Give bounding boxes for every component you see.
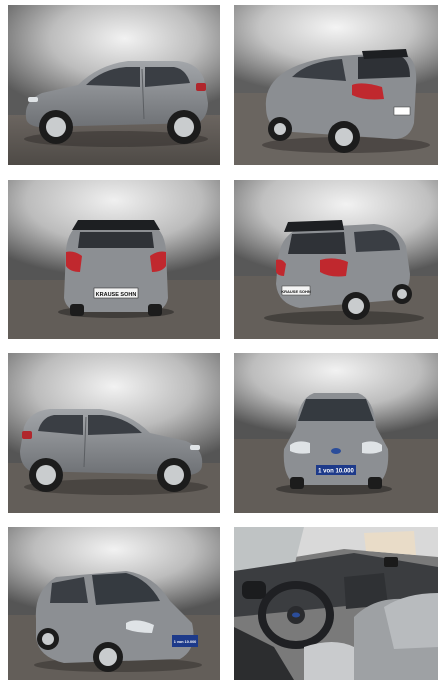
photo-thumbnail-front-three-quarter[interactable]: 1 von 10.000	[8, 527, 220, 680]
photo-thumbnail-rear[interactable]: KRAUSE SOHN	[8, 180, 220, 339]
car-photo-rear: KRAUSE SOHN	[8, 180, 220, 339]
car-photo-rear-three-quarter-left: KRAUSE SOHN	[234, 180, 438, 339]
dealer-plate-text: 1 von 10.000	[174, 640, 197, 644]
photo-thumbnail-side-right[interactable]	[8, 353, 220, 513]
dealer-plate-text: 1 von 10.000	[318, 469, 354, 475]
car-photo-rear-three-quarter	[234, 5, 438, 165]
photo-thumbnail-rear-three-quarter-right[interactable]	[234, 5, 438, 165]
car-photo-front: 1 von 10.000	[234, 353, 438, 513]
dealer-plate-text: KRAUSE SOHN	[281, 289, 311, 294]
photo-thumbnail-interior[interactable]	[234, 527, 438, 680]
dealer-plate-text: KRAUSE SOHN	[96, 292, 137, 298]
photo-thumbnail-rear-three-quarter-left[interactable]: KRAUSE SOHN	[234, 180, 438, 339]
car-photo-side-right	[8, 353, 220, 513]
photo-gallery: KRAUSE SOHN KRAUSE SOHN 1 von 10.000 1 v…	[0, 0, 439, 680]
photo-thumbnail-front[interactable]: 1 von 10.000	[234, 353, 438, 513]
photo-thumbnail-side-left[interactable]	[8, 5, 220, 165]
car-photo-front-three-quarter: 1 von 10.000	[8, 527, 220, 680]
car-photo-side-left	[8, 5, 220, 165]
interior-photo	[234, 527, 438, 680]
